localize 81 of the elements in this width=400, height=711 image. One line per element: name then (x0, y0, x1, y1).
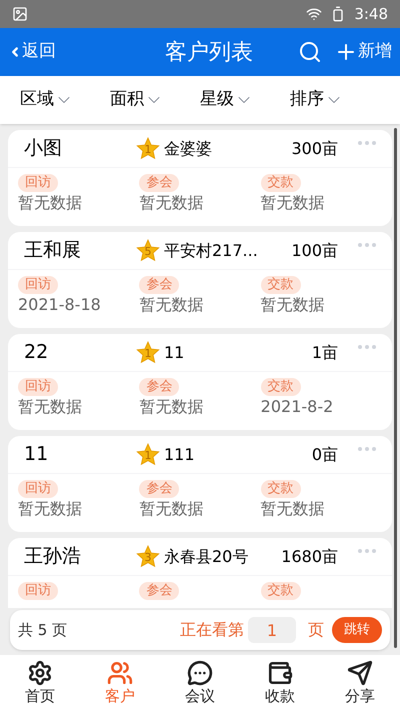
page-title: 客户列表 (164, 38, 254, 66)
more-icon[interactable] (358, 140, 376, 144)
jump-button[interactable]: 跳转 (332, 617, 382, 643)
people-icon (107, 660, 133, 686)
wallet-icon (267, 660, 293, 686)
more-icon[interactable] (358, 344, 376, 348)
field-tag: 交款 (260, 582, 301, 600)
field-tag: 交款 (260, 378, 301, 396)
filter-dropdown[interactable]: 排序 (290, 87, 380, 113)
customer-card[interactable]: 11 1 111 0亩 回访 暂无数据 参会 暂无数据 交款 暂无数据 (8, 436, 392, 532)
nav-tab[interactable]: 首页 (0, 655, 80, 711)
area-value: 1亩 (312, 342, 338, 364)
add-button[interactable]: 新增 (334, 39, 392, 65)
field-tag: 回访 (18, 480, 58, 498)
gear-icon (27, 660, 53, 686)
field-tag: 参会 (139, 378, 180, 396)
field-value: 2021-8-18 (18, 294, 101, 316)
field-value: 暂无数据 (18, 498, 82, 520)
search-icon[interactable] (298, 40, 322, 64)
customer-name: 11 (24, 442, 50, 468)
grade-number: 1 (144, 348, 152, 359)
field-value: 暂无数据 (139, 192, 204, 214)
field-tag: 参会 (139, 582, 180, 600)
more-icon[interactable] (358, 548, 376, 552)
nav-tab[interactable]: 分享 (320, 655, 400, 711)
area-value: 300亩 (291, 138, 338, 160)
customer-card[interactable]: 王和展 5 平安村217... 100亩 回访 2021-8-18 参会 暂无数据 交款 暂无数据 (8, 232, 392, 328)
field-tag: 回访 (18, 378, 58, 396)
current-page-label: 正在看第 (180, 619, 244, 641)
field-tag: 交款 (260, 276, 301, 294)
field-tag: 参会 (139, 276, 180, 294)
field-value: 暂无数据 (260, 294, 325, 316)
field-tag: 回访 (18, 174, 58, 192)
field-tag: 回访 (18, 276, 58, 294)
customer-name: 小图 (24, 136, 63, 162)
field-tag: 交款 (260, 174, 301, 192)
customer-name: 22 (24, 340, 50, 366)
status-time: 3:48 (354, 4, 388, 25)
image-icon (12, 6, 28, 22)
grade-number: 3 (144, 552, 152, 563)
customer-name: 王和展 (24, 238, 82, 264)
field-tag: 交款 (260, 480, 301, 498)
more-icon[interactable] (358, 242, 376, 246)
field-value: 暂无数据 (260, 498, 325, 520)
grade-number: 1 (144, 144, 152, 155)
filter-dropdown[interactable]: 面积 (110, 87, 200, 113)
field-value: 暂无数据 (139, 498, 204, 520)
field-value: 暂无数据 (18, 192, 82, 214)
chat-icon (187, 660, 213, 686)
page-unit: 页 (308, 619, 324, 641)
area-value: 0亩 (312, 444, 338, 466)
customer-card[interactable]: 22 1 11 1亩 回访 暂无数据 参会 暂无数据 交款 2021-8-2 (8, 334, 392, 430)
grade-number: 1 (144, 450, 152, 461)
field-value: 暂无数据 (139, 396, 204, 418)
filter-dropdown[interactable]: 区域 (20, 87, 110, 113)
total-pages: 共 5 页 (18, 620, 68, 641)
area-value: 100亩 (291, 240, 338, 262)
field-tag: 参会 (139, 480, 180, 498)
wifi-icon (306, 6, 322, 22)
nav-tab[interactable]: 收款 (240, 655, 320, 711)
customer-card[interactable]: 小图 1 金婆婆 300亩 回访 暂无数据 参会 暂无数据 交款 暂无数据 (8, 130, 392, 226)
grade-number: 5 (144, 246, 152, 257)
place-name: 金婆婆 (164, 138, 213, 160)
more-icon[interactable] (358, 446, 376, 450)
nav-tab[interactable]: 会议 (160, 655, 240, 711)
customer-card[interactable]: 王孙浩 3 永春县20号 1680亩 回访 参会 交款 (8, 538, 392, 608)
field-value: 暂无数据 (18, 396, 82, 418)
filter-dropdown[interactable]: 星级 (200, 87, 290, 113)
send-icon (347, 660, 373, 686)
place-name: 111 (164, 444, 196, 466)
back-button[interactable]: 返回 (8, 39, 108, 65)
place-name: 11 (164, 342, 186, 364)
field-value: 2021-8-2 (260, 396, 334, 418)
field-tag: 回访 (18, 582, 58, 600)
place-name: 平安村217... (164, 240, 259, 262)
field-value: 暂无数据 (260, 192, 325, 214)
place-name: 永春县20号 (164, 546, 250, 568)
field-tag: 参会 (139, 174, 180, 192)
customer-name: 王孙浩 (24, 544, 82, 570)
area-value: 1680亩 (281, 546, 338, 568)
field-value: 暂无数据 (139, 294, 204, 316)
